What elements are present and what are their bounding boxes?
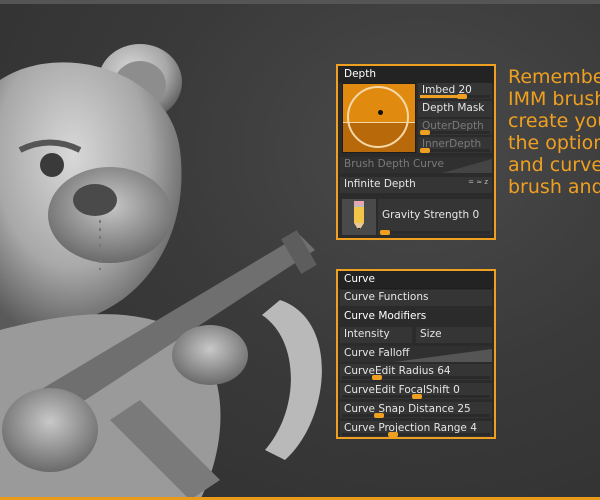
depth-brush-circle xyxy=(347,86,409,148)
gravity-preview xyxy=(342,199,376,235)
caption-line: IMM brush xyxy=(508,88,600,110)
caption-line: and curve c xyxy=(508,154,600,176)
intensity-label: Intensity xyxy=(344,328,390,340)
curve-snap-distance-knob[interactable] xyxy=(374,413,384,418)
size-toggle[interactable]: Size xyxy=(416,327,492,343)
inner-depth-track xyxy=(420,148,490,153)
inner-depth-knob[interactable] xyxy=(420,148,430,153)
depth-mask-button[interactable]: Depth Mask xyxy=(418,101,492,117)
curve-projection-range-knob[interactable] xyxy=(388,432,398,437)
curveedit-radius-track xyxy=(342,375,490,380)
gravity-strength-track xyxy=(380,230,490,235)
curve-snap-distance-track xyxy=(342,413,490,418)
infinite-depth-button[interactable]: Infinite Depth = ≈ z xyxy=(340,177,492,193)
caption-line: create you xyxy=(508,110,600,132)
inner-depth-slider[interactable]: InnerDepth xyxy=(418,137,492,153)
curveedit-radius-slider[interactable]: CurveEdit Radius 64 xyxy=(340,364,492,380)
brush-depth-curve-label: Brush Depth Curve xyxy=(344,158,444,170)
curveedit-radius-knob[interactable] xyxy=(372,375,382,380)
caption-line: Remember xyxy=(508,66,600,88)
depth-curve-graph xyxy=(442,159,492,173)
curve-projection-range-track xyxy=(342,432,490,437)
curve-functions-label: Curve Functions xyxy=(344,291,429,303)
curveedit-focalshift-slider[interactable]: CurveEdit FocalShift 0 xyxy=(340,383,492,399)
depth-panel: Depth Imbed 20 Depth Mask OuterDepth Inn… xyxy=(336,64,496,240)
depth-center-dot xyxy=(378,110,383,115)
curve-functions-button[interactable]: Curve Functions xyxy=(340,290,492,306)
gravity-strength-knob[interactable] xyxy=(380,230,390,235)
curve-falloff-graph xyxy=(394,349,492,362)
tutorial-caption: Remember IMM brush create you the option… xyxy=(508,66,600,198)
curve-modifiers-header[interactable]: Curve Modifiers xyxy=(340,309,492,325)
bear-sculpt-image xyxy=(0,44,322,500)
curve-snap-distance-slider[interactable]: Curve Snap Distance 25 xyxy=(340,402,492,418)
imbed-fill xyxy=(420,95,462,98)
caption-line: the option xyxy=(508,132,600,154)
depth-panel-title[interactable]: Depth xyxy=(338,66,494,83)
curve-panel: Curve Curve Functions Curve Modifiers In… xyxy=(336,269,496,439)
curve-modifiers-label: Curve Modifiers xyxy=(344,310,427,322)
pencil-icon xyxy=(354,201,364,231)
divider xyxy=(340,288,492,289)
curveedit-focalshift-track xyxy=(342,394,490,399)
outer-depth-track xyxy=(420,130,490,135)
intensity-toggle[interactable]: Intensity xyxy=(340,327,412,343)
curveedit-focalshift-knob[interactable] xyxy=(412,394,422,399)
infinite-depth-label: Infinite Depth xyxy=(344,178,416,190)
curve-projection-range-slider[interactable]: Curve Projection Range 4 xyxy=(340,421,492,437)
imbed-knob[interactable] xyxy=(457,94,467,99)
curve-panel-title[interactable]: Curve xyxy=(338,271,494,288)
imbed-slider[interactable]: Imbed 20 xyxy=(418,83,492,99)
gravity-strength-slider[interactable]: Gravity Strength 0 xyxy=(378,199,492,235)
gravity-strength-label: Gravity Strength 0 xyxy=(382,209,480,221)
imbed-track xyxy=(420,94,490,99)
curve-mode-icons[interactable]: = ≈ z xyxy=(468,175,488,190)
depth-mask-label: Depth Mask xyxy=(422,102,485,114)
size-label: Size xyxy=(420,328,442,340)
viewport: Remember IMM brush create you the option… xyxy=(0,0,600,500)
outer-depth-slider[interactable]: OuterDepth xyxy=(418,119,492,135)
depth-embed-gizmo[interactable] xyxy=(342,83,416,153)
outer-depth-knob[interactable] xyxy=(420,130,430,135)
caption-line: brush and xyxy=(508,176,600,198)
